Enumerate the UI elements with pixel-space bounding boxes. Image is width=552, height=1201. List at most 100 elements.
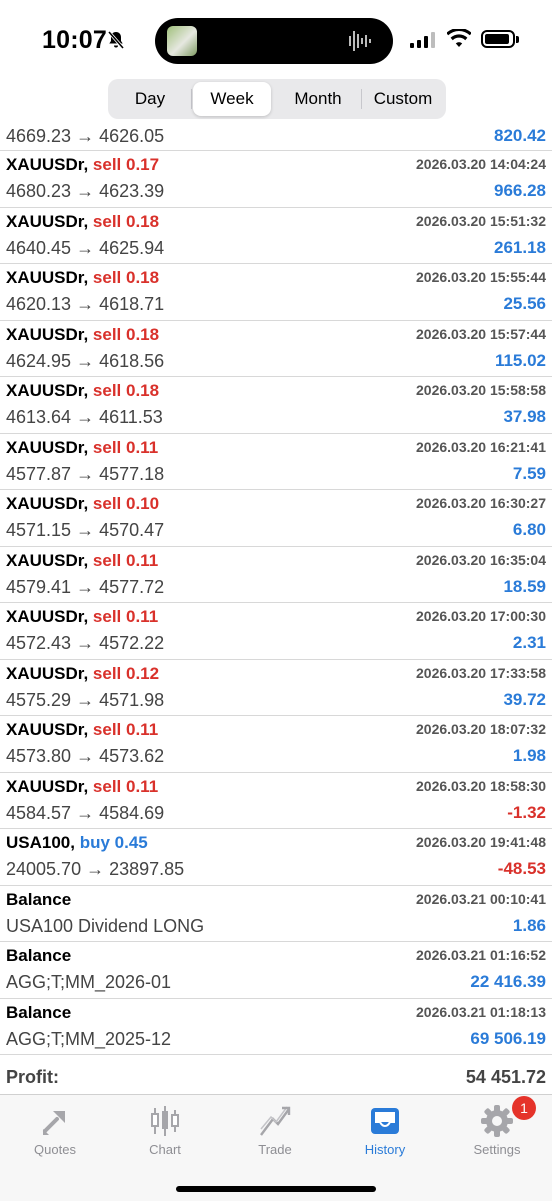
history-row[interactable]: Balance 2026.03.21 00:10:41 USA100 Divide… [0, 886, 552, 942]
tab-chart[interactable]: Chart [110, 1103, 220, 1163]
period-segmented-control: Day Week Month Custom [108, 79, 446, 119]
gear-icon [481, 1105, 513, 1137]
history-row[interactable]: XAUUSDr, sell 0.17 2026.03.20 14:04:24 468… [0, 151, 552, 208]
deal-timestamp: 2026.03.20 16:35:04 [416, 551, 546, 568]
deal-side: sell 0.10 [92, 494, 160, 513]
wifi-icon [447, 29, 471, 47]
tab-quotes[interactable]: Quotes [0, 1103, 110, 1163]
deal-timestamp: 2026.03.20 18:58:30 [416, 777, 546, 794]
symbol-name: XAUUSDr, [6, 720, 89, 739]
deal-amount: 7.59 [512, 463, 546, 483]
audio-waveform-icon [349, 31, 371, 51]
history-row[interactable]: XAUUSDr, sell 0.18 2026.03.20 15:58:58 461… [0, 377, 552, 434]
deal-side: sell 0.18 [92, 381, 160, 400]
deal-side: sell 0.11 [92, 550, 159, 570]
deal-timestamp: 2026.03.20 14:04:24 [416, 156, 546, 172]
deal-symbol: XAUUSDr, sell 0.18 [6, 381, 159, 401]
deal-timestamp: 2026.03.21 00:10:41 [416, 890, 546, 907]
period-tab-day[interactable]: Day [111, 82, 189, 116]
history-row[interactable]: XAUUSDr, sell 0.11 2026.03.20 18:07:32 457… [0, 716, 552, 773]
deal-amount: 115.02 [494, 350, 546, 370]
deal-symbol: XAUUSDr, sell 0.17 [6, 155, 159, 175]
deal-symbol: USA100, buy 0.45 [6, 833, 148, 853]
deal-amount: 39.72 [503, 689, 546, 709]
tab-history[interactable]: History [330, 1103, 440, 1163]
history-row[interactable]: XAUUSDr, sell 0.18 2026.03.20 15:57:44 462… [0, 321, 552, 377]
deal-amount: 18.59 [503, 576, 546, 596]
tab-label: History [364, 1142, 406, 1157]
deal-amount: 6.80 [512, 520, 546, 539]
candlestick-chart-icon [151, 1106, 179, 1136]
status-time: 10:07 [42, 26, 107, 54]
deal-symbol: XAUUSDr, sell 0.18 [6, 325, 159, 345]
deal-timestamp: 2026.03.20 15:57:44 [416, 325, 546, 342]
deal-timestamp: 2026.03.20 17:00:30 [416, 608, 546, 624]
history-row[interactable]: XAUUSDr, sell 0.18 2026.03.20 15:51:32 464… [0, 208, 552, 264]
history-row[interactable]: 4669.23 → 4626.05 820.42 [0, 126, 552, 151]
period-tab-custom[interactable]: Custom [363, 82, 443, 116]
deal-amount: -48.53 [497, 859, 546, 878]
deal-prices: 4572.43 → 4572.22 [6, 633, 165, 653]
period-tab-month[interactable]: Month [276, 82, 360, 116]
deal-prices: 4620.13 → 4618.71 [6, 294, 165, 314]
deal-side: sell 0.17 [92, 155, 160, 174]
tab-settings[interactable]: 1 Settings [442, 1096, 552, 1163]
deal-amount: 1.98 [512, 746, 546, 765]
deal-symbol: XAUUSDr, sell 0.12 [6, 664, 159, 684]
history-row[interactable]: XAUUSDr, sell 0.11 2026.03.20 16:35:04 457… [0, 547, 552, 603]
cellular-signal-icon [410, 32, 435, 48]
deal-prices: 4613.64 → 4611.53 [6, 407, 163, 427]
symbol-name: XAUUSDr, [6, 155, 89, 174]
period-tab-week[interactable]: Week [193, 82, 271, 116]
symbol-name: Balance [6, 946, 72, 965]
history-row[interactable]: XAUUSDr, sell 0.10 2026.03.20 16:30:27 457… [0, 490, 552, 547]
deal-timestamp: 2026.03.20 16:30:27 [416, 495, 546, 511]
tab-trade[interactable]: Trade [220, 1103, 330, 1163]
album-thumbnail [167, 26, 197, 56]
deal-prices: AGG;T;MM_2026-01 [6, 972, 172, 992]
tab-label: Settings [473, 1142, 521, 1157]
history-list[interactable]: 4669.23 → 4626.05 820.42 XAUUSDr, sell 0… [0, 126, 552, 1094]
history-row[interactable]: XAUUSDr, sell 0.11 2026.03.20 17:00:30 457… [0, 603, 552, 660]
tab-label: Chart [149, 1142, 181, 1157]
tab-label: Quotes [34, 1142, 76, 1157]
deal-prices: 4577.87 → 4577.18 [6, 463, 165, 484]
history-row[interactable]: XAUUSDr, sell 0.11 2026.03.20 16:21:41 457… [0, 434, 552, 490]
history-row[interactable]: XAUUSDr, sell 0.18 2026.03.20 15:55:44 462… [0, 264, 552, 321]
symbol-name: XAUUSDr, [6, 494, 89, 513]
profit-label: Profit: [6, 1067, 59, 1087]
inbox-tray-icon [371, 1108, 399, 1134]
deal-prices: 24005.70 → 23897.85 [6, 859, 185, 879]
symbol-name: XAUUSDr, [6, 268, 89, 287]
deal-symbol: XAUUSDr, sell 0.10 [6, 494, 159, 514]
bottom-tab-bar: Quotes Chart Trade History 1 Settings [0, 1094, 552, 1201]
deal-timestamp: 2026.03.20 19:41:48 [416, 834, 546, 850]
deal-amount: -1.32 [507, 802, 546, 822]
history-row[interactable]: Balance 2026.03.21 01:16:52 AGG;T;MM_2026… [0, 942, 552, 999]
deal-amount: 37.98 [503, 407, 546, 426]
deal-side: sell 0.11 [92, 720, 159, 739]
history-row[interactable]: XAUUSDr, sell 0.11 2026.03.20 18:58:30 458… [0, 773, 552, 829]
deal-symbol: Balance [6, 890, 71, 910]
tab-label: Trade [258, 1142, 292, 1157]
deal-timestamp: 2026.03.21 01:16:52 [416, 947, 546, 963]
deal-symbol: XAUUSDr, sell 0.11 [6, 607, 158, 627]
symbol-name: Balance [6, 1002, 72, 1022]
quotes-arrows-icon [43, 1111, 65, 1135]
history-row[interactable]: USA100, buy 0.45 2026.03.20 19:41:48 24005… [0, 829, 552, 886]
symbol-name: XAUUSDr, [6, 324, 89, 344]
deal-amount: 1.86 [512, 915, 546, 935]
deal-amount: 25.56 [503, 294, 546, 313]
symbol-name: XAUUSDr, [6, 381, 89, 400]
symbol-name: XAUUSDr, [6, 437, 89, 457]
notification-badge: 1 [512, 1096, 536, 1120]
deal-symbol: XAUUSDr, sell 0.18 [6, 268, 159, 288]
symbol-name: XAUUSDr, [6, 663, 89, 683]
deal-timestamp: 2026.03.20 16:21:41 [416, 438, 546, 455]
profit-value: 54 451.72 [465, 1067, 546, 1087]
history-row[interactable]: XAUUSDr, sell 0.12 2026.03.20 17:33:58 457… [0, 660, 552, 716]
deal-amount: 966.28 [494, 181, 546, 200]
segment-divider [191, 89, 192, 109]
history-row[interactable]: Balance 2026.03.21 01:18:13 AGG;T;MM_2025… [0, 999, 552, 1055]
deal-prices: 4571.15 → 4570.47 [6, 520, 165, 540]
